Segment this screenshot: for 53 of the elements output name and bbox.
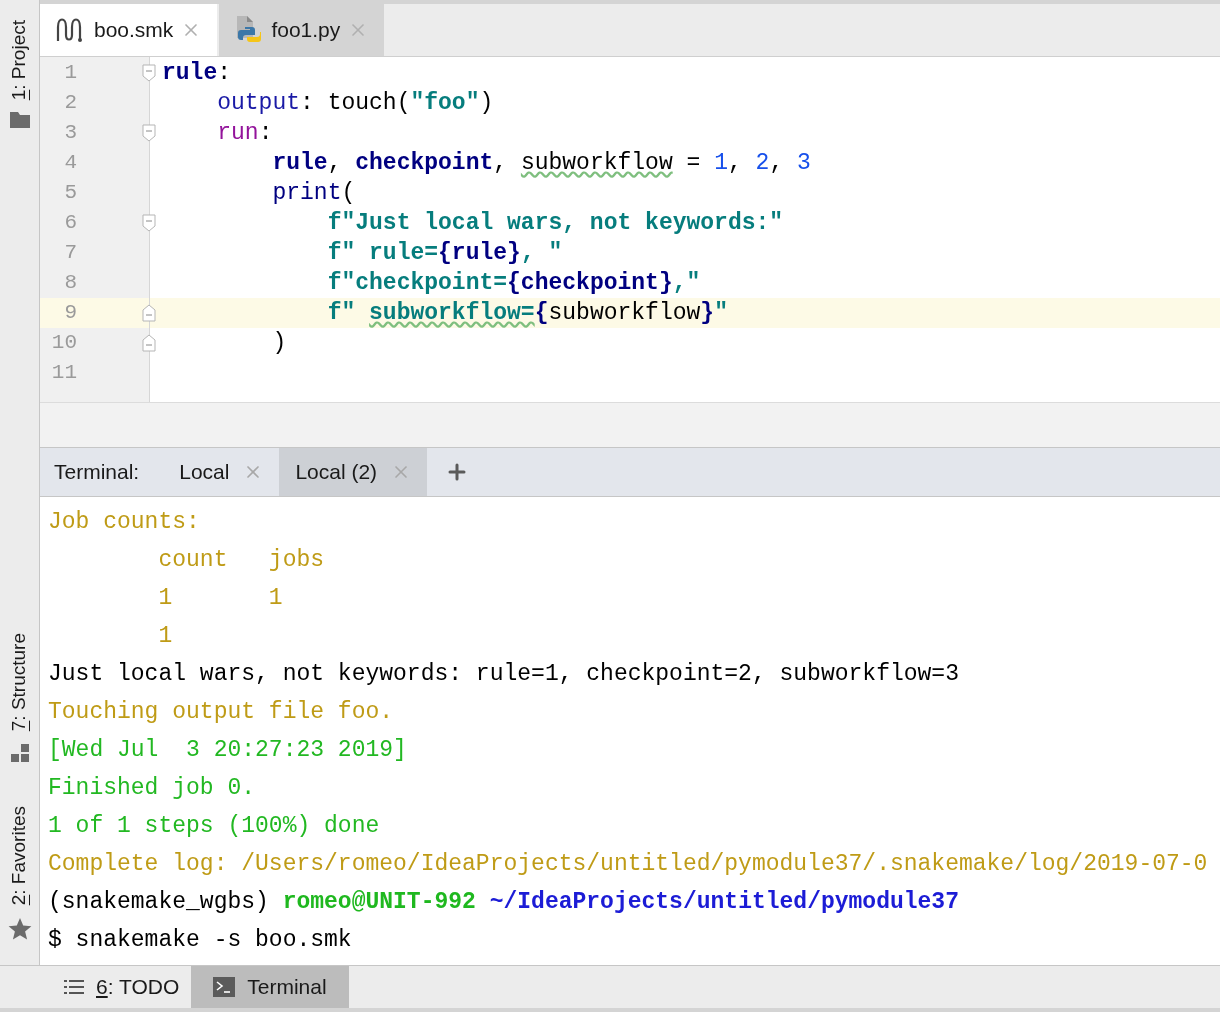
terminal-tab[interactable]: Local (2)	[279, 448, 428, 496]
line-number: 3	[63, 120, 77, 147]
line-number: 8	[63, 270, 77, 297]
line-number: 1	[63, 60, 77, 87]
editor-tab[interactable]: foo1.py	[219, 4, 385, 56]
code-line: f" subworkflow={subworkflow}"	[326, 299, 728, 328]
terminal-line: Just local wars, not keywords: rule=1, checkpoint=2, subworkflow=3	[48, 659, 959, 689]
code-line: rule, checkpoint, subworkflow = 1, 2, 3	[271, 149, 811, 178]
fold-marker-icon[interactable]	[142, 214, 156, 232]
star-icon	[7, 917, 32, 941]
terminal-icon	[213, 977, 236, 997]
terminal-line: Complete log: /Users/romeo/IdeaProjects/untitled/pymodule37/.snakemake/log/2019-07-0	[48, 849, 1208, 879]
terminal-line: 1 1	[157, 583, 283, 613]
terminal-line: $ snakemake -s boo.smk	[48, 925, 352, 955]
code-line: output: touch("foo")	[216, 89, 494, 118]
folder-icon	[9, 112, 30, 129]
code-line: run:	[216, 119, 273, 148]
code-line: f" rule={rule}, "	[326, 239, 563, 268]
line-number: 5	[63, 180, 77, 207]
terminal-line: 1 of 1 steps (100%) done	[48, 811, 380, 841]
line-number: 11	[50, 360, 77, 387]
structure-icon	[10, 743, 29, 762]
code-line: )	[271, 329, 287, 358]
code-line: print(	[271, 179, 356, 208]
python-file-icon	[235, 15, 264, 45]
terminal-line: [Wed Jul 3 20:27:23 2019]	[48, 735, 407, 765]
line-number: 10	[50, 330, 77, 357]
tool-window-button[interactable]: Terminal	[191, 966, 349, 1008]
line-number: 9	[63, 300, 77, 327]
terminal-line: Touching output file foo.	[48, 697, 394, 727]
terminal-line: count jobs	[157, 545, 325, 575]
editor-tab[interactable]: boo.smk	[40, 4, 218, 56]
line-number: 7	[63, 240, 77, 267]
tool-window-button[interactable]: 7: Structure	[5, 633, 34, 762]
tool-window-button[interactable]: 1: Project	[5, 20, 34, 129]
tool-window-button[interactable]: 6: TODO	[52, 966, 192, 1008]
terminal-line: Finished job 0.	[48, 773, 256, 803]
tool-window-button[interactable]: 2: Favorites	[5, 805, 34, 941]
code-line: rule:	[162, 59, 232, 88]
code-line: f"checkpoint={checkpoint},"	[326, 269, 701, 298]
terminal-line: Job counts:	[48, 507, 200, 537]
terminal-line: 1	[157, 621, 173, 651]
terminal-line: (snakemake_wgbs) romeo@UNIT-992 ~/IdeaProjects/untitled/pymodule37	[48, 887, 959, 917]
fold-marker-icon[interactable]	[142, 304, 156, 322]
line-number: 2	[63, 90, 77, 117]
line-number: 6	[63, 210, 77, 237]
fold-marker-icon[interactable]	[142, 64, 156, 82]
fold-marker-icon[interactable]	[142, 334, 156, 352]
terminal-label: Terminal:	[53, 459, 141, 486]
list-icon	[64, 979, 84, 995]
line-number: 4	[63, 150, 77, 177]
fold-marker-icon[interactable]	[142, 124, 156, 142]
code-line: f"Just local wars, not keywords:"	[326, 209, 784, 238]
